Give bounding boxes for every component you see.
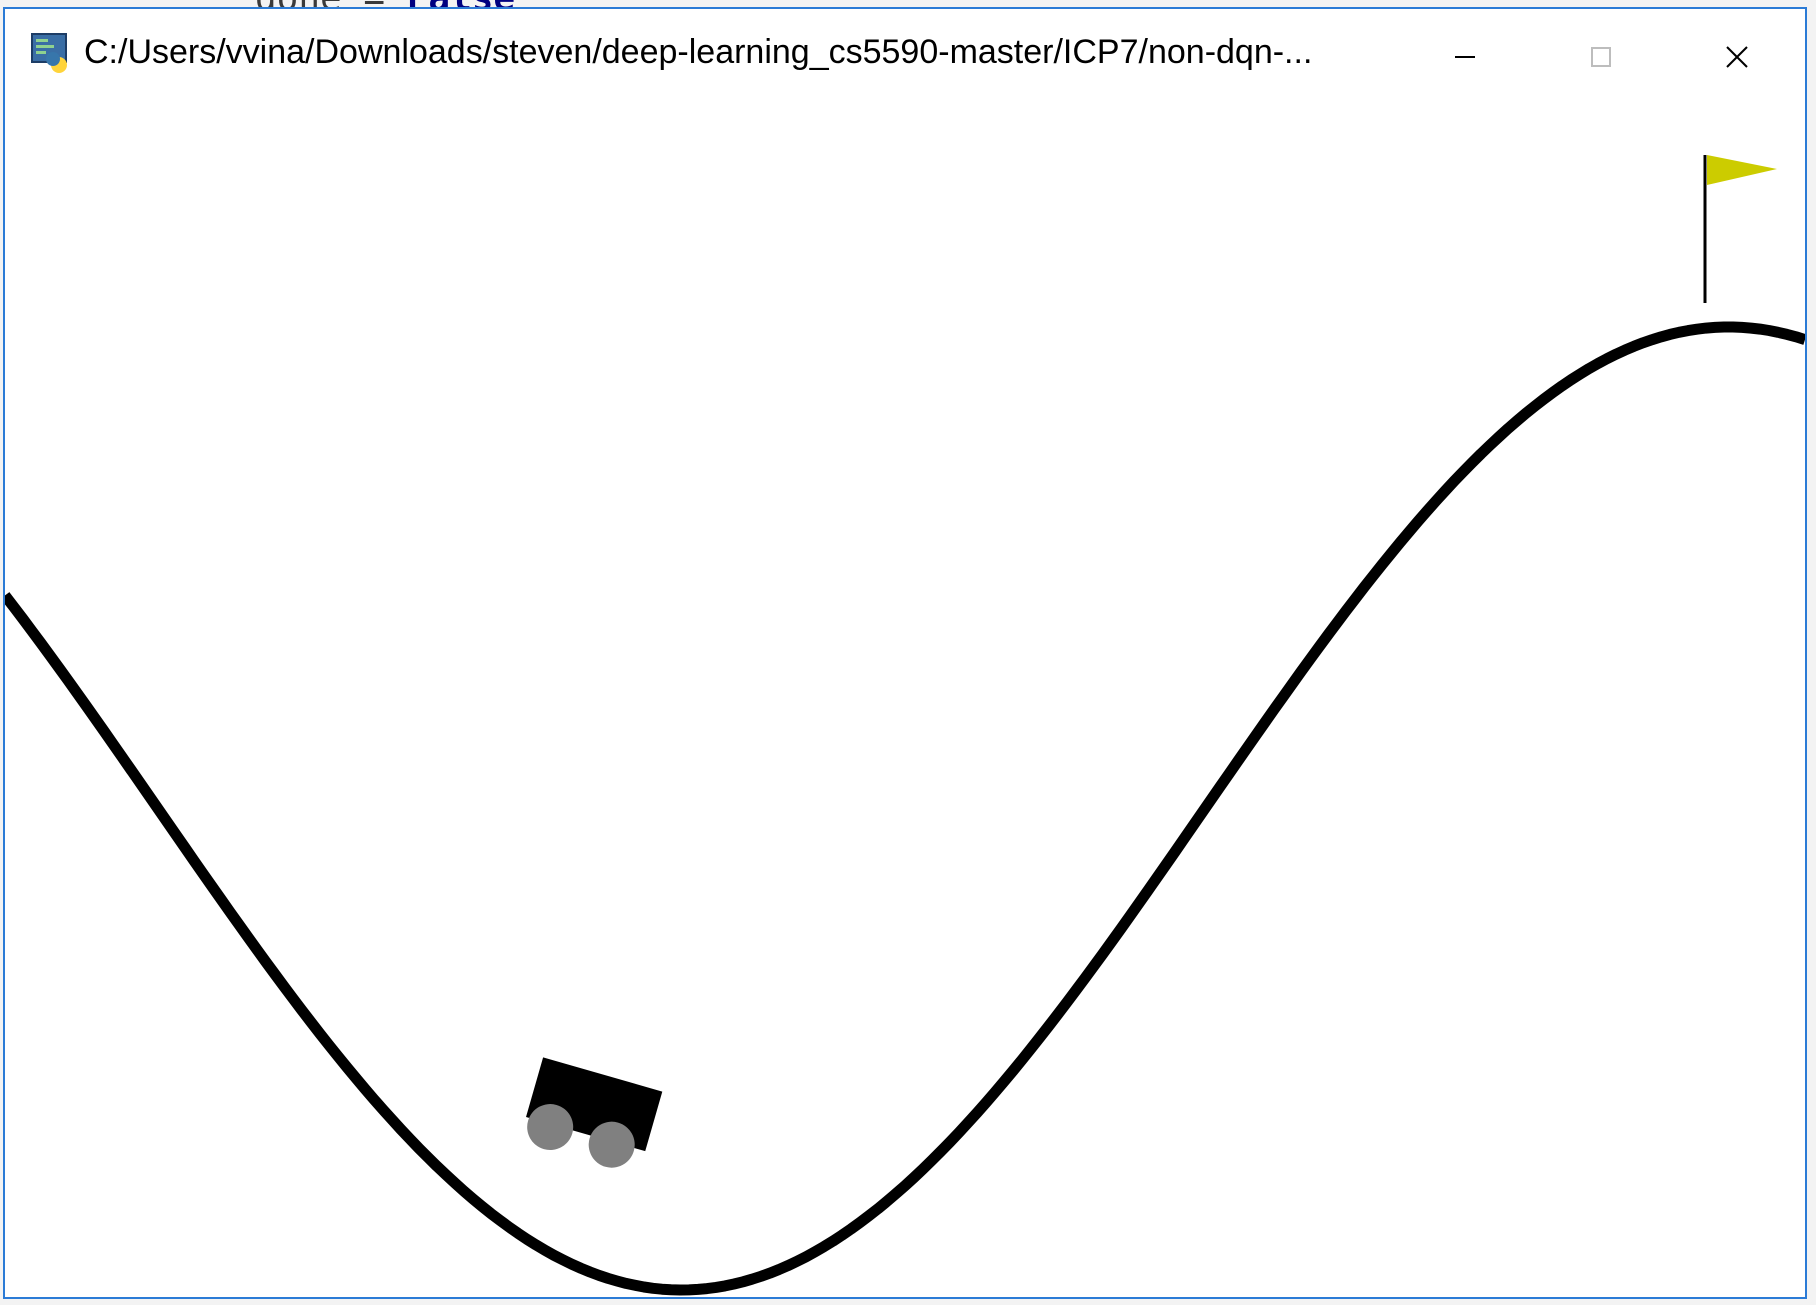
goal-flag (1703, 155, 1777, 303)
mountain-track (5, 321, 1805, 1296)
minimize-button[interactable] (1397, 9, 1533, 105)
close-icon (1726, 46, 1748, 68)
minimize-icon (1455, 56, 1475, 58)
maximize-icon (1591, 47, 1611, 67)
window-title: C:/Users/vvina/Downloads/steven/deep-lea… (84, 33, 1313, 71)
car (526, 1057, 663, 1168)
close-button[interactable] (1669, 9, 1805, 105)
python-app-icon (31, 33, 67, 73)
flag-banner (1707, 155, 1777, 185)
title-bar[interactable]: C:/Users/vvina/Downloads/steven/deep-lea… (5, 9, 1805, 105)
game-canvas[interactable] (5, 105, 1805, 1297)
maximize-button[interactable] (1533, 9, 1669, 105)
game-window[interactable]: C:/Users/vvina/Downloads/steven/deep-lea… (3, 7, 1807, 1299)
